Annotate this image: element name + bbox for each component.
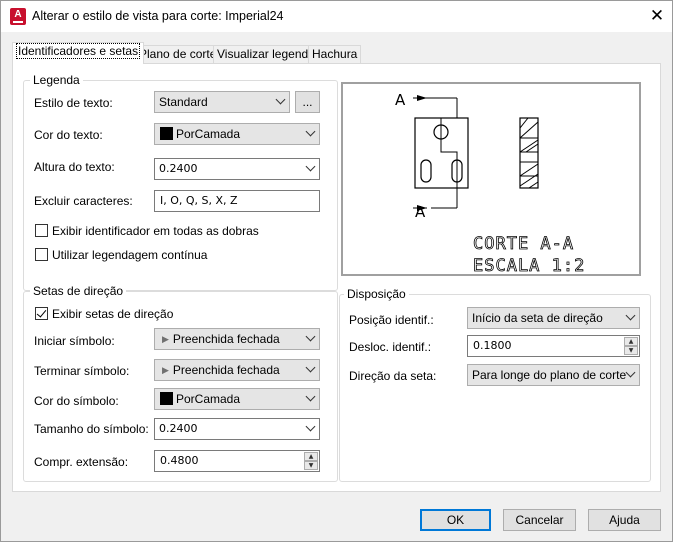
- exibir-identificador-checkbox[interactable]: [35, 224, 48, 237]
- color-swatch: [160, 392, 173, 405]
- filled-arrow-icon: ▶: [162, 334, 169, 344]
- iniciar-simbolo-select[interactable]: ▶ Preenchida fechada: [154, 328, 320, 350]
- direcao-seta-select[interactable]: Para longe do plano de corte: [467, 364, 640, 386]
- disposicao-group-title: Disposição: [344, 287, 409, 301]
- preview-label-top: A: [395, 91, 406, 109]
- cancel-button[interactable]: Cancelar: [503, 509, 576, 531]
- close-button[interactable]: ✕: [641, 1, 673, 32]
- preview-caption-line1: CORTE A-A: [473, 234, 574, 254]
- setas-group-title: Setas de direção: [30, 284, 127, 298]
- section-view-preview: A A CORTE A-A ESCALA 1:2: [341, 82, 641, 276]
- help-button[interactable]: Ajuda: [588, 509, 661, 531]
- filled-arrow-icon: ▶: [162, 365, 169, 375]
- terminar-simbolo-select[interactable]: ▶ Preenchida fechada: [154, 359, 320, 381]
- tab-plano-de-corte[interactable]: Plano de corte: [135, 45, 221, 64]
- cor-texto-select[interactable]: PorCamada: [154, 123, 320, 145]
- cor-texto-label: Cor do texto:: [34, 128, 103, 142]
- compr-extensao-spinbox[interactable]: 0.4800 ▲ ▼: [154, 450, 320, 472]
- posicao-identif-select[interactable]: Início da seta de direção: [467, 307, 640, 329]
- altura-texto-label: Altura do texto:: [34, 160, 115, 174]
- cor-simbolo-label: Cor do símbolo:: [34, 394, 119, 408]
- spin-buttons: ▲ ▼: [304, 452, 318, 470]
- window-title: Alterar o estilo de vista para corte: Im…: [32, 9, 284, 23]
- estilo-texto-browse-button[interactable]: ...: [295, 91, 320, 113]
- chevron-down-icon: [625, 367, 636, 378]
- excluir-caracteres-input[interactable]: I, O, Q, S, X, Z: [154, 190, 320, 212]
- ok-button[interactable]: OK: [420, 509, 491, 531]
- iniciar-simbolo-label: Iniciar símbolo:: [34, 334, 115, 348]
- desloc-identif-spinbox[interactable]: 0.1800 ▲ ▼: [467, 335, 640, 357]
- chevron-down-icon: [305, 362, 316, 373]
- estilo-texto-label: Estilo de texto:: [34, 96, 113, 110]
- tamanho-simbolo-label: Tamanho do símbolo:: [34, 422, 149, 436]
- preview-caption-line2: ESCALA 1:2: [473, 256, 585, 274]
- spin-down-button[interactable]: ▼: [624, 346, 638, 355]
- spin-buttons: ▲ ▼: [624, 337, 638, 355]
- chevron-down-icon: [625, 310, 636, 321]
- spin-down-button[interactable]: ▼: [304, 461, 318, 470]
- autocad-app-icon: A: [10, 8, 26, 25]
- estilo-texto-select[interactable]: Standard: [154, 91, 290, 113]
- altura-texto-combo[interactable]: 0.2400: [154, 158, 320, 180]
- terminar-simbolo-label: Terminar símbolo:: [34, 364, 130, 378]
- direcao-seta-label: Direção da seta:: [349, 369, 437, 383]
- tab-hachura[interactable]: Hachura: [308, 45, 362, 64]
- cor-simbolo-select[interactable]: PorCamada: [154, 388, 320, 410]
- legendagem-continua-checkbox[interactable]: [35, 248, 48, 261]
- color-swatch: [160, 127, 173, 140]
- compr-extensao-label: Compr. extensão:: [34, 455, 129, 469]
- preview-label-bottom: A: [415, 203, 426, 221]
- chevron-down-icon: [305, 331, 316, 342]
- chevron-down-icon: [305, 421, 316, 432]
- tab-visualizar-legenda[interactable]: Visualizar legenda: [213, 45, 319, 64]
- chevron-down-icon: [305, 161, 316, 172]
- posicao-identif-label: Posição identif.:: [349, 313, 434, 327]
- spin-up-button[interactable]: ▲: [304, 452, 318, 461]
- preview-drawing: A A CORTE A-A ESCALA 1:2: [395, 91, 585, 276]
- exibir-setas-label: Exibir setas de direção: [52, 307, 174, 321]
- excluir-caracteres-label: Excluir caracteres:: [34, 194, 133, 208]
- tamanho-simbolo-combo[interactable]: 0.2400: [154, 418, 320, 440]
- chevron-down-icon: [275, 94, 286, 105]
- spin-up-button[interactable]: ▲: [624, 337, 638, 346]
- exibir-setas-checkbox[interactable]: [35, 307, 48, 320]
- legenda-group-title: Legenda: [30, 73, 83, 87]
- chevron-down-icon: [305, 391, 316, 402]
- tab-identificadores-setas[interactable]: Identificadores e setas: [12, 42, 145, 64]
- exibir-identificador-label: Exibir identificador em todas as dobras: [52, 224, 259, 238]
- chevron-down-icon: [305, 126, 316, 137]
- dialog-window: A Alterar o estilo de vista para corte: …: [0, 0, 673, 542]
- title-bar: A Alterar o estilo de vista para corte: …: [1, 1, 672, 32]
- desloc-identif-label: Desloc. identif.:: [349, 340, 432, 354]
- legendagem-continua-label: Utilizar legendagem contínua: [52, 248, 208, 262]
